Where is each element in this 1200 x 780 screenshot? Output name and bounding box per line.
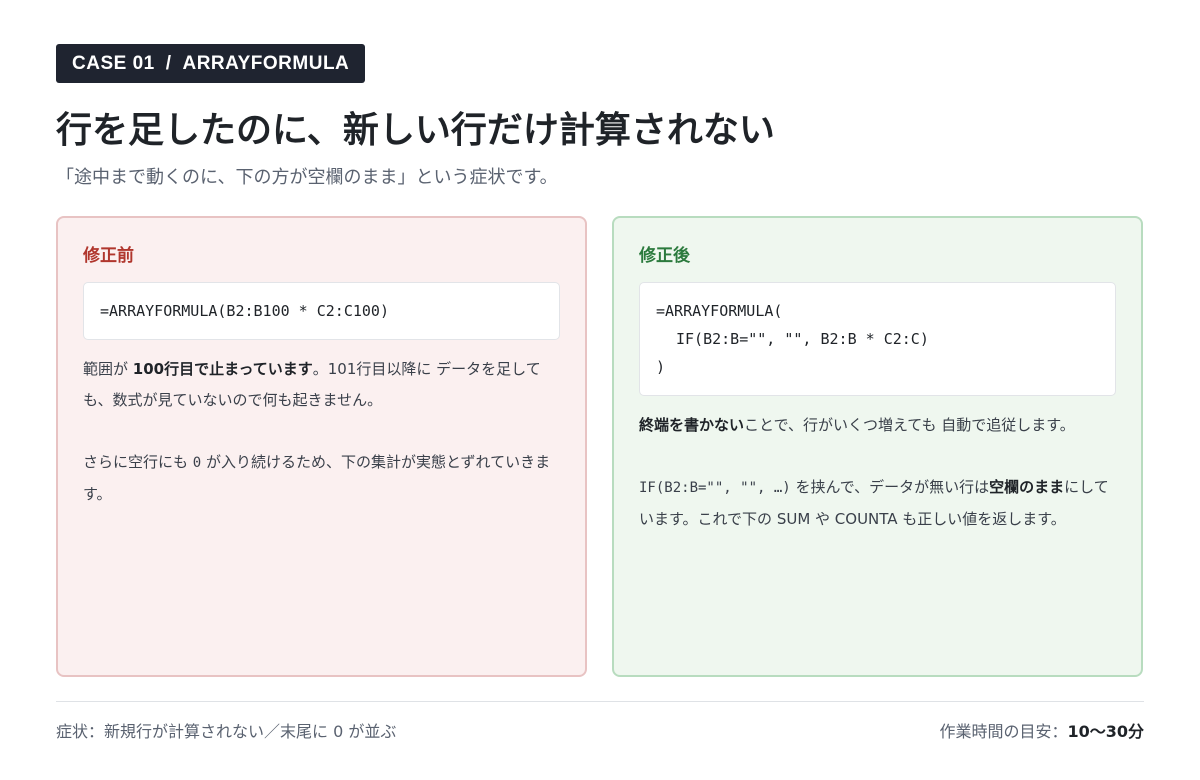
before-label: 修正前	[83, 246, 134, 266]
code-line: =ARRAYFORMULA(	[656, 302, 783, 320]
code-line: )	[656, 358, 666, 376]
time-estimate: 作業時間の目安：10〜30分	[939, 720, 1144, 744]
after-label: 修正後	[639, 246, 690, 266]
footer-divider	[56, 701, 1144, 702]
before-explanation-2: さらに空行にも 0 が入り続けるため、下の集計が実態とずれていきます。	[83, 447, 560, 510]
emphasis: 終端を書かない	[639, 416, 745, 434]
text: さらに空行にも	[83, 453, 193, 471]
code-line: IF(B2:B="", "", B2:B * C2:C)	[676, 330, 929, 348]
case-topic: ARRAYFORMULA	[182, 52, 350, 74]
badge-separator: /	[165, 52, 172, 74]
text: 範囲が	[83, 360, 133, 378]
inline-code: 0	[192, 455, 202, 471]
after-explanation-2: IF(B2:B="", "", …) を挟んで、データが無い行は空欄のままにして…	[639, 472, 1116, 535]
text: を挟んで、データが無い行は	[790, 478, 990, 496]
case-badge: CASE 01 / ARRAYFORMULA	[56, 44, 365, 83]
time-value: 10〜30分	[1067, 722, 1144, 741]
page-title: 行を足したのに、新しい行だけ計算されない	[56, 110, 775, 151]
inline-code: IF(B2:B="", "", …)	[639, 480, 791, 496]
time-label: 作業時間の目安：	[939, 722, 1068, 741]
after-explanation-1: 終端を書かないことで、行がいくつ増えても 自動で追従します。	[639, 410, 1116, 441]
page-subtitle: 「途中まで動くのに、下の方が空欄のまま」という症状です。	[56, 167, 558, 188]
before-explanation-1: 範囲が 100行目で止まっています。101行目以降に データを足しても、数式が見…	[83, 354, 560, 416]
text: ことで、行がいくつ増えても 自動で追従します。	[744, 416, 1075, 434]
symptom-summary: 症状：新規行が計算されない／末尾に 0 が並ぶ	[56, 722, 397, 741]
emphasis: 空欄のまま	[989, 478, 1065, 496]
code-line: =ARRAYFORMULA(B2:B100 * C2:C100)	[100, 302, 389, 320]
before-card: 修正前 =ARRAYFORMULA(B2:B100 * C2:C100) 範囲が…	[56, 216, 587, 677]
before-code-block: =ARRAYFORMULA(B2:B100 * C2:C100)	[83, 282, 560, 340]
emphasis: 100行目で止まっています	[132, 360, 313, 378]
case-number: CASE 01	[72, 52, 155, 74]
after-card: 修正後 =ARRAYFORMULA( IF(B2:B="", "", B2:B *…	[612, 216, 1143, 677]
after-code-block: =ARRAYFORMULA( IF(B2:B="", "", B2:B * C2:…	[639, 282, 1116, 396]
